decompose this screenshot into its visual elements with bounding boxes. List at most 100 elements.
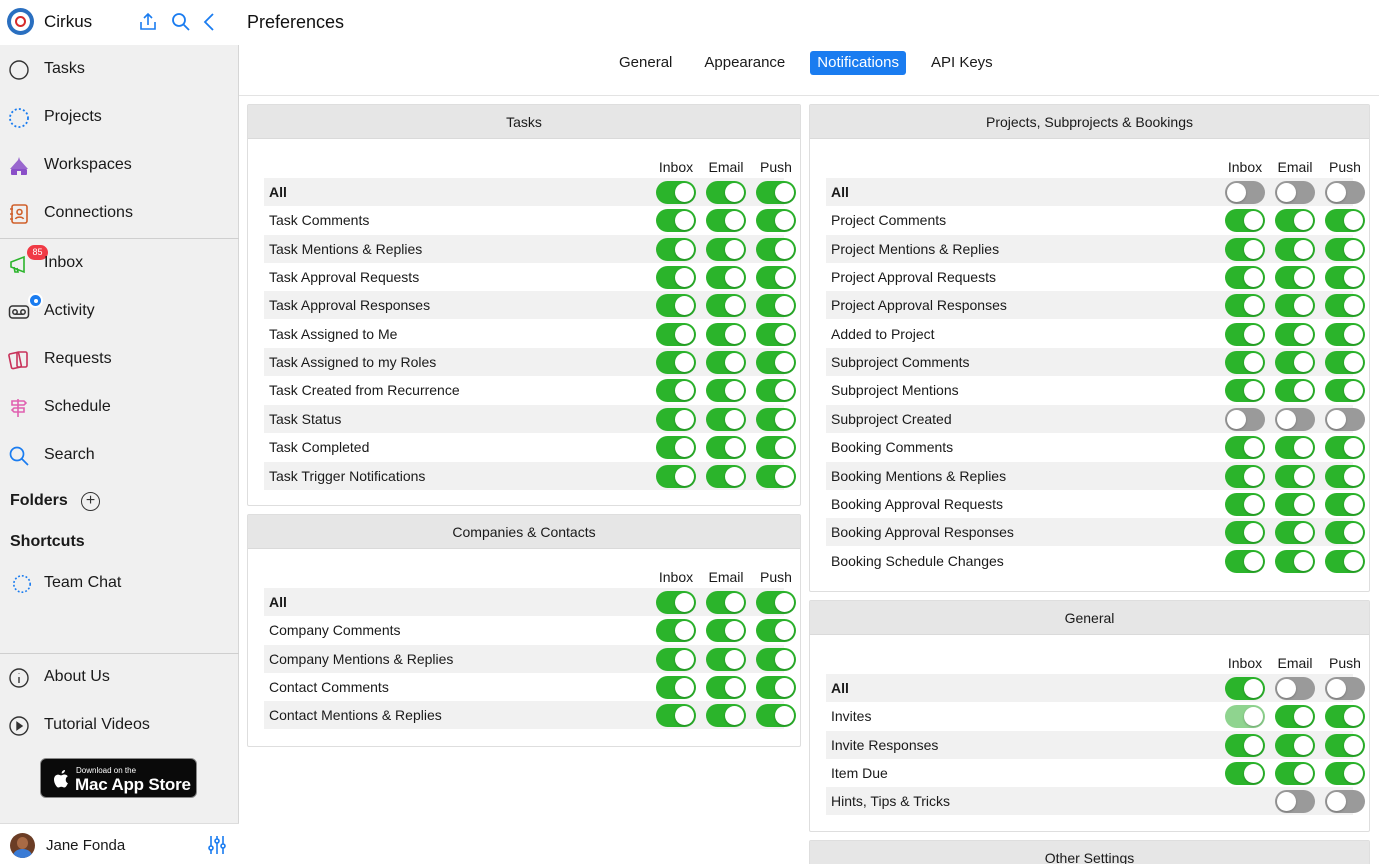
shortcut-item-team-chat[interactable]: Team Chat [0, 560, 239, 608]
email-toggle[interactable] [1275, 181, 1315, 204]
inbox-toggle[interactable] [656, 237, 696, 261]
push-toggle[interactable] [756, 704, 796, 728]
inbox-toggle[interactable] [1225, 464, 1265, 488]
email-toggle[interactable] [1275, 733, 1315, 757]
email-toggle[interactable] [1275, 351, 1315, 375]
push-toggle[interactable] [756, 181, 796, 204]
email-toggle[interactable] [1275, 464, 1315, 488]
push-toggle[interactable] [1325, 209, 1365, 233]
push-toggle[interactable] [1325, 407, 1365, 431]
email-toggle[interactable] [706, 704, 746, 728]
inbox-toggle[interactable] [1225, 677, 1265, 700]
inbox-toggle[interactable] [1225, 492, 1265, 516]
email-toggle[interactable] [706, 591, 746, 614]
email-toggle[interactable] [1275, 705, 1315, 729]
sidebar-item-tutorial-videos[interactable]: Tutorial Videos [0, 702, 239, 750]
inbox-toggle[interactable] [1225, 407, 1265, 431]
push-toggle[interactable] [1325, 492, 1365, 516]
inbox-toggle[interactable] [656, 464, 696, 488]
add-folder-icon[interactable]: + [81, 492, 100, 511]
push-toggle[interactable] [756, 591, 796, 614]
email-toggle[interactable] [1275, 521, 1315, 545]
email-toggle[interactable] [706, 676, 746, 700]
email-toggle[interactable] [1275, 677, 1315, 700]
email-toggle[interactable] [706, 237, 746, 261]
push-toggle[interactable] [1325, 436, 1365, 460]
push-toggle[interactable] [756, 464, 796, 488]
sidebar-item-tasks[interactable]: Tasks [0, 46, 239, 94]
inbox-toggle[interactable] [656, 407, 696, 431]
email-toggle[interactable] [1275, 407, 1315, 431]
push-toggle[interactable] [756, 379, 796, 403]
push-toggle[interactable] [756, 351, 796, 375]
sidebar-item-inbox[interactable]: 85 Inbox [0, 240, 239, 288]
push-toggle[interactable] [1325, 266, 1365, 290]
inbox-toggle[interactable] [656, 322, 696, 346]
email-toggle[interactable] [706, 464, 746, 488]
inbox-toggle[interactable] [656, 351, 696, 375]
email-toggle[interactable] [706, 322, 746, 346]
push-toggle[interactable] [756, 209, 796, 233]
inbox-toggle[interactable] [1225, 549, 1265, 573]
inbox-toggle[interactable] [656, 209, 696, 233]
push-toggle[interactable] [756, 237, 796, 261]
inbox-toggle[interactable] [1225, 294, 1265, 318]
sidebar-item-workspaces[interactable]: Workspaces [0, 142, 239, 190]
push-toggle[interactable] [1325, 181, 1365, 204]
inbox-toggle[interactable] [656, 676, 696, 700]
email-toggle[interactable] [1275, 790, 1315, 814]
push-toggle[interactable] [756, 266, 796, 290]
inbox-toggle[interactable] [1225, 237, 1265, 261]
email-toggle[interactable] [1275, 322, 1315, 346]
inbox-toggle[interactable] [1225, 521, 1265, 545]
search-icon[interactable] [170, 11, 192, 33]
inbox-toggle[interactable] [1225, 266, 1265, 290]
mac-app-store-badge[interactable]: Download on the Mac App Store [40, 758, 197, 798]
email-toggle[interactable] [706, 407, 746, 431]
tab-api-keys[interactable]: API Keys [924, 51, 1000, 75]
inbox-toggle[interactable] [1225, 181, 1265, 204]
push-toggle[interactable] [1325, 549, 1365, 573]
sidebar-item-requests[interactable]: Requests [0, 336, 239, 384]
sidebar-item-search[interactable]: Search [0, 432, 239, 480]
push-toggle[interactable] [756, 619, 796, 643]
push-toggle[interactable] [1325, 790, 1365, 814]
push-toggle[interactable] [756, 322, 796, 346]
email-toggle[interactable] [706, 436, 746, 460]
inbox-toggle[interactable] [1225, 762, 1265, 786]
push-toggle[interactable] [1325, 705, 1365, 729]
email-toggle[interactable] [706, 647, 746, 671]
email-toggle[interactable] [1275, 294, 1315, 318]
push-toggle[interactable] [1325, 521, 1365, 545]
share-icon[interactable] [137, 11, 159, 33]
inbox-toggle[interactable] [1225, 322, 1265, 346]
push-toggle[interactable] [1325, 762, 1365, 786]
sidebar-item-schedule[interactable]: Schedule [0, 384, 239, 432]
inbox-toggle[interactable] [656, 647, 696, 671]
inbox-toggle[interactable] [1225, 733, 1265, 757]
email-toggle[interactable] [1275, 492, 1315, 516]
email-toggle[interactable] [706, 351, 746, 375]
push-toggle[interactable] [1325, 294, 1365, 318]
email-toggle[interactable] [1275, 549, 1315, 573]
email-toggle[interactable] [706, 294, 746, 318]
inbox-toggle[interactable] [1225, 436, 1265, 460]
inbox-toggle[interactable] [656, 181, 696, 204]
push-toggle[interactable] [1325, 379, 1365, 403]
avatar[interactable] [10, 833, 35, 858]
push-toggle[interactable] [1325, 322, 1365, 346]
email-toggle[interactable] [1275, 762, 1315, 786]
inbox-toggle[interactable] [656, 294, 696, 318]
tab-notifications[interactable]: Notifications [810, 51, 906, 75]
email-toggle[interactable] [1275, 379, 1315, 403]
inbox-toggle[interactable] [656, 619, 696, 643]
email-toggle[interactable] [706, 379, 746, 403]
tab-general[interactable]: General [612, 51, 679, 75]
push-toggle[interactable] [1325, 733, 1365, 757]
inbox-toggle[interactable] [656, 266, 696, 290]
push-toggle[interactable] [756, 676, 796, 700]
push-toggle[interactable] [1325, 351, 1365, 375]
email-toggle[interactable] [1275, 266, 1315, 290]
inbox-toggle[interactable] [1225, 351, 1265, 375]
sidebar-item-projects[interactable]: Projects [0, 94, 239, 142]
